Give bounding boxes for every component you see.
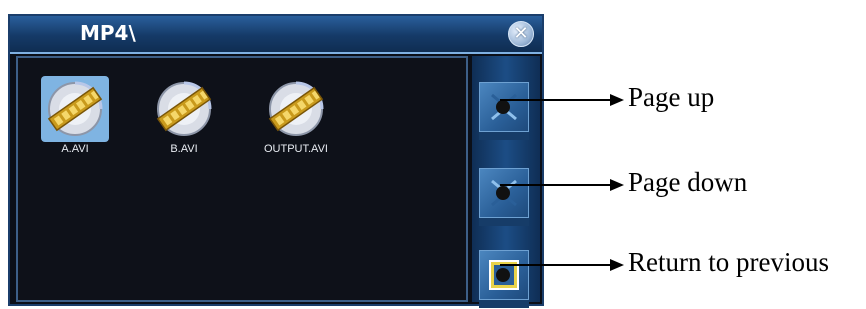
page-down-button[interactable] <box>479 168 529 226</box>
callout-arrow-line <box>500 184 612 186</box>
callout-arrowhead <box>610 179 624 191</box>
callout-arrow-line <box>500 264 612 266</box>
close-button[interactable]: ✕ <box>508 21 534 47</box>
file-item-a-avi[interactable]: A.AVI <box>27 76 123 172</box>
video-file-icon <box>156 81 212 136</box>
close-icon: ✕ <box>513 23 529 44</box>
callout-page-up: Page up <box>628 82 715 112</box>
return-to-previous-button[interactable] <box>479 250 529 308</box>
callout-arrowhead <box>610 94 624 106</box>
callout-page-down: Page down <box>628 167 748 197</box>
file-name-label: A.AVI <box>61 143 89 155</box>
file-item-b-avi[interactable]: B.AVI <box>136 76 232 172</box>
file-browser-pane: A.AVI B.AVI OUTPUT.AVI <box>16 56 468 302</box>
device-window: MP4\ ✕ A.AVI B.AVI OUTPUT.AVI <box>8 14 544 308</box>
callout-dot <box>496 186 510 200</box>
video-file-icon <box>268 81 324 136</box>
callout-return-to-previous: Return to previous <box>628 247 829 277</box>
callout-arrow-line <box>500 99 612 101</box>
title-bar: MP4\ ✕ <box>10 16 542 54</box>
page-up-button[interactable] <box>479 82 529 140</box>
callout-dot <box>496 100 510 114</box>
callout-dot <box>496 268 510 282</box>
callout-arrowhead <box>610 259 624 271</box>
file-item-output-avi[interactable]: OUTPUT.AVI <box>248 76 344 172</box>
video-file-icon <box>47 81 103 136</box>
folder-path-title: MP4\ <box>80 21 136 45</box>
file-name-label: B.AVI <box>170 143 198 155</box>
file-name-label: OUTPUT.AVI <box>264 143 328 155</box>
